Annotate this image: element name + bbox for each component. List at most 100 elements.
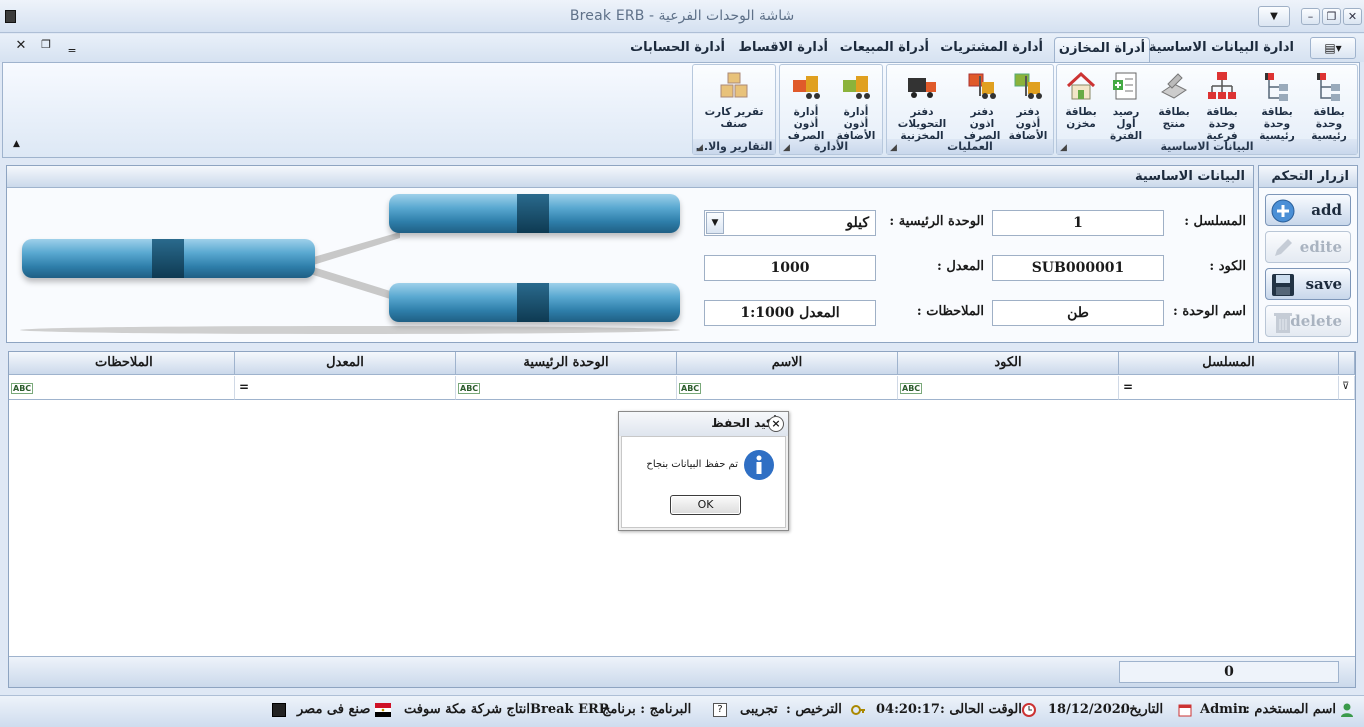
notes-label: الملاحظات : bbox=[916, 304, 984, 319]
row-count-summary: 0 bbox=[1119, 661, 1339, 683]
item-card-report-button[interactable]: تقرير كارت صنف bbox=[700, 70, 768, 134]
dialog-close-button[interactable]: × bbox=[768, 416, 784, 432]
calendar-icon bbox=[1178, 703, 1192, 717]
license-key-icon bbox=[851, 703, 865, 717]
group-expand-icon[interactable]: ◢ bbox=[890, 143, 897, 153]
time-value: 04:20:17 bbox=[876, 702, 940, 717]
disbursement-permits-book-button[interactable]: دفتر اذون الصرف bbox=[958, 70, 1006, 142]
mdi-restore-icon[interactable]: ❐ bbox=[38, 38, 54, 51]
ribbon-button-label: دفتر أذون الأضافة bbox=[1008, 106, 1048, 142]
ribbon-button-label: دفتر التحويلات المخزنية bbox=[897, 106, 947, 142]
ribbon-button-label: بطاقة منتج bbox=[1158, 106, 1190, 130]
code-field[interactable]: SUB000001 bbox=[992, 255, 1164, 281]
edit-button[interactable]: edite bbox=[1265, 231, 1351, 263]
user-icon bbox=[1340, 703, 1354, 717]
product-card-button[interactable]: بطاقة منتج bbox=[1150, 70, 1198, 134]
main-unit-select[interactable]: كيلو ▼ bbox=[704, 210, 876, 236]
ok-button[interactable]: OK bbox=[670, 495, 741, 515]
filter-row-icon[interactable]: ⊽ bbox=[1339, 376, 1355, 400]
column-header-rate[interactable]: المعدل bbox=[235, 352, 456, 375]
restore-window-button[interactable]: ❐ bbox=[1322, 8, 1341, 25]
text-filter-icon: ABC bbox=[679, 383, 702, 394]
ribbon-button-label: بطاقة وحدة رئيسية bbox=[1259, 106, 1295, 142]
mdi-close-icon[interactable]: ✕ bbox=[13, 38, 29, 53]
notes-field[interactable]: المعدل 1:1000 bbox=[704, 300, 876, 326]
main-unit-card-button-2[interactable]: بطاقة وحدة رئيسية bbox=[1253, 70, 1301, 142]
basic-data-panel-title: البيانات الاساسية bbox=[7, 166, 1253, 188]
ribbon-button-label: بطاقة مخزن bbox=[1065, 106, 1097, 130]
company-text: انتاج شركة مكة سوفت bbox=[404, 702, 531, 717]
dialog-title: تأكيد الحفظ bbox=[619, 412, 788, 436]
pencil-icon bbox=[1270, 235, 1296, 261]
filter-cell-notes[interactable]: ABC bbox=[9, 376, 235, 400]
code-label: الكود : bbox=[1209, 259, 1246, 274]
tab-sales[interactable]: أدراة المبيعات bbox=[840, 37, 929, 62]
tab-stores[interactable]: أدراة المخازن bbox=[1054, 37, 1150, 62]
sub-unit-bar-top bbox=[389, 194, 680, 233]
group-expand-icon[interactable]: ◢ bbox=[783, 143, 790, 153]
quick-access-dropdown[interactable]: ▼ bbox=[1258, 6, 1290, 27]
clock-icon bbox=[1022, 703, 1036, 717]
collapse-ribbon-icon[interactable]: ▲ bbox=[13, 139, 20, 149]
opening-balance-button[interactable]: رصيد أول الفترة bbox=[1102, 70, 1150, 142]
group-expand-icon[interactable]: ◢ bbox=[696, 143, 703, 153]
text-filter-icon: ABC bbox=[900, 383, 923, 394]
controls-panel-title: ازرار التحكم bbox=[1259, 166, 1357, 188]
ribbon-button-label: دفتر اذون الصرف bbox=[963, 106, 1001, 142]
rate-label: المعدل : bbox=[937, 259, 984, 274]
column-header-name[interactable]: الاسم bbox=[677, 352, 898, 375]
mdi-minimize-icon[interactable]: ‗ bbox=[64, 38, 80, 53]
floppy-disk-icon bbox=[1270, 272, 1296, 298]
balance-list-icon bbox=[1110, 70, 1142, 102]
tab-basic-data[interactable]: ادارة البيانات الاساسية bbox=[1149, 37, 1294, 62]
ribbon-button-label: أدارة أذون الصرف bbox=[787, 106, 825, 142]
save-confirmation-dialog: تأكيد الحفظ × تم حفظ البيانات بنجاح OK bbox=[618, 411, 789, 531]
add-button[interactable]: add bbox=[1265, 194, 1351, 226]
dialog-message: تم حفظ البيانات بنجاح bbox=[646, 459, 738, 470]
main-unit-value: كيلو bbox=[846, 215, 869, 231]
group-expand-icon[interactable]: ◢ bbox=[1060, 143, 1067, 153]
application-menu-button[interactable]: ▤▾ bbox=[1310, 37, 1356, 59]
ribbon-button-label: بطاقة وحدة رئيسية bbox=[1311, 106, 1347, 142]
chevron-down-icon[interactable]: ▼ bbox=[706, 212, 724, 234]
column-header-code[interactable]: الكود bbox=[898, 352, 1119, 375]
license-label: الترخيص : bbox=[786, 702, 842, 717]
filter-cell-serial[interactable]: = bbox=[1119, 376, 1339, 400]
tab-accounts[interactable]: أدارة الحسابات bbox=[630, 37, 725, 62]
ribbon-button-label: أدارة أذون الأضافة bbox=[836, 106, 876, 142]
forklift-green-icon bbox=[840, 70, 872, 102]
license-value: تجريبى bbox=[740, 702, 778, 717]
close-window-button[interactable]: ✕ bbox=[1343, 8, 1362, 25]
addition-permits-book-button[interactable]: دفتر أذون الأضافة bbox=[1004, 70, 1052, 142]
date-value: 18/12/2020 bbox=[1048, 702, 1130, 717]
made-in-egypt-text: صنع فى مصر bbox=[297, 702, 371, 717]
store-transfers-book-button[interactable]: دفتر التحويلات المخزنية bbox=[888, 70, 956, 142]
help-icon[interactable]: ? bbox=[713, 703, 727, 717]
filter-cell-name[interactable]: ABC bbox=[677, 376, 898, 400]
delete-button[interactable]: delete bbox=[1265, 305, 1351, 337]
sub-unit-card-button[interactable]: بطاقة وحدة فرعية bbox=[1198, 70, 1246, 142]
unit-name-field[interactable]: طن bbox=[992, 300, 1164, 326]
main-unit-card-button[interactable]: بطاقة وحدة رئيسية bbox=[1305, 70, 1353, 142]
serial-label: المسلسل : bbox=[1184, 214, 1246, 229]
rate-field[interactable]: 1000 bbox=[704, 255, 876, 281]
minimize-window-button[interactable]: – bbox=[1301, 8, 1320, 25]
ribbon-button-label: بطاقة وحدة فرعية bbox=[1206, 106, 1238, 142]
save-button[interactable]: save bbox=[1265, 268, 1351, 300]
column-header-serial[interactable]: المسلسل bbox=[1119, 352, 1339, 375]
tab-purchases[interactable]: أدارة المشتريات bbox=[940, 37, 1043, 62]
column-header-notes[interactable]: الملاحظات bbox=[9, 352, 235, 375]
main-unit-label: الوحدة الرئيسية : bbox=[889, 214, 984, 229]
plus-icon bbox=[1270, 198, 1296, 224]
filter-cell-rate[interactable]: = bbox=[235, 376, 456, 400]
manage-disbursement-permits-button[interactable]: أدارة أذون الصرف bbox=[782, 70, 830, 142]
serial-field[interactable]: 1 bbox=[992, 210, 1164, 236]
boxes-icon bbox=[718, 70, 750, 102]
store-card-button[interactable]: بطاقة مخزن bbox=[1057, 70, 1105, 134]
filter-cell-code[interactable]: ABC bbox=[898, 376, 1119, 400]
tab-installments[interactable]: أدارة الاقساط bbox=[738, 37, 828, 62]
product-tag-icon bbox=[1158, 70, 1190, 102]
filter-cell-main-unit[interactable]: ABC bbox=[456, 376, 677, 400]
manage-addition-permits-button[interactable]: أدارة أذون الأضافة bbox=[832, 70, 880, 142]
column-header-main-unit[interactable]: الوحدة الرئيسية bbox=[456, 352, 677, 375]
